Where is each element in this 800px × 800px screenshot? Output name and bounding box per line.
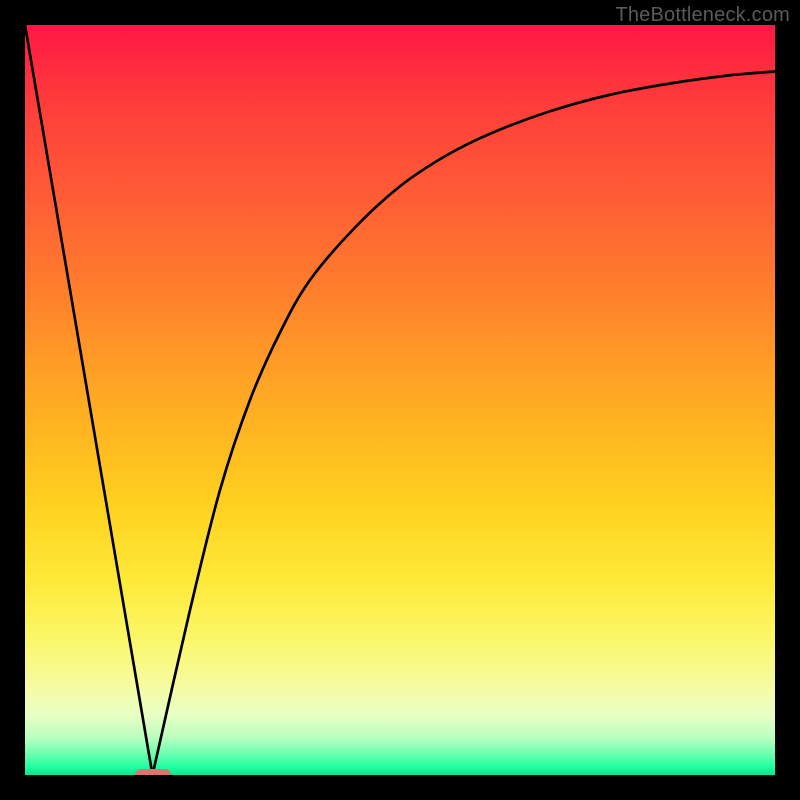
- watermark-text: TheBottleneck.com: [615, 4, 790, 27]
- minimum-marker: [135, 769, 171, 775]
- curve-layer: [25, 25, 775, 775]
- chart-frame: TheBottleneck.com: [0, 0, 800, 800]
- bottleneck-curve-left: [25, 25, 153, 775]
- plot-area: [25, 25, 775, 775]
- bottleneck-curve-right: [153, 72, 776, 776]
